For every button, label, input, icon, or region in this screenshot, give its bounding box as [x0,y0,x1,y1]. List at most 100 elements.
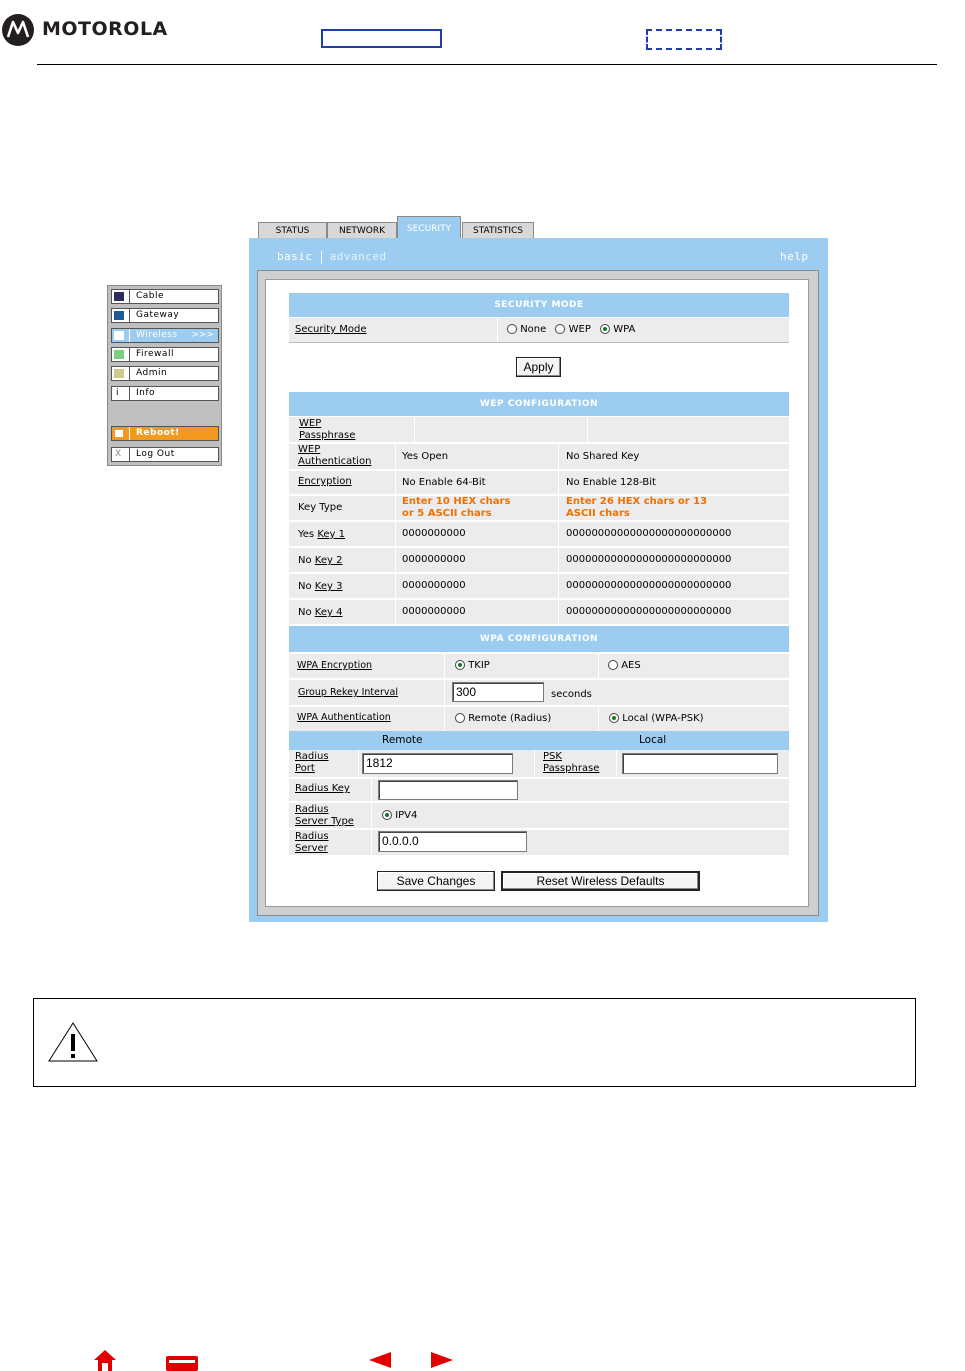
wep-key1-128: 00000000000000000000000000 [566,528,732,539]
previous-page-icon[interactable] [369,1352,391,1368]
divider [395,548,396,572]
sidebar-item-label: Admin [136,368,168,378]
radius-key-input[interactable] [378,780,518,800]
hint-line: ASCII chars [566,508,630,519]
divider [587,417,588,442]
wep-key1-row: Yes Key 1 0000000000 0000000000000000000… [289,522,789,546]
sidebar-item-gateway[interactable]: Gateway [111,308,219,323]
wpa-enc-aes: AES [608,660,641,671]
header-link-box-dashed[interactable] [646,29,722,50]
label-line: Server [295,843,328,854]
wpa-enc-tkip: TKIP [455,660,490,671]
wep-encryption-label: Encryption [298,476,352,487]
motorola-logo-icon [2,14,34,46]
apply-button[interactable]: Apply [516,357,561,377]
subnav: basic advanced [277,250,387,264]
label-line: Radius [295,831,329,842]
key-default-flag: Yes [298,529,315,540]
wep-key4-row: No Key 4 0000000000 00000000000000000000… [289,600,789,624]
radio-tkip[interactable] [455,660,465,670]
wep-auth-shared: No Shared Key [566,451,640,462]
radio-ipv4-label: IPV4 [395,810,418,821]
divider [598,707,599,731]
key-default-flag: No [298,555,312,566]
sidebar-item-info[interactable]: i Info [111,386,219,401]
next-page-icon[interactable] [431,1352,453,1368]
remote-local-header: Remote Local [289,731,789,750]
wpa-auth-label: WPA Authentication [297,712,391,723]
wireless-icon [114,331,124,340]
radius-port-input[interactable]: 1812 [362,753,513,774]
save-changes-button[interactable]: Save Changes [377,871,495,891]
subnav-advanced[interactable]: advanced [330,250,387,263]
radio-aes[interactable] [608,660,618,670]
header-link-box[interactable] [321,29,442,48]
radio-remote[interactable] [455,713,465,723]
wpa-auth-local: Local (WPA-PSK) [609,713,704,724]
key-label: Key 3 [314,581,343,592]
divider [129,290,130,303]
divider [395,496,396,520]
sidebar-item-admin[interactable]: Admin [111,366,219,381]
radius-server-input[interactable]: 0.0.0.0 [378,831,527,852]
print-icon[interactable] [165,1355,199,1371]
divider [558,548,559,572]
divider [598,654,599,678]
radio-local[interactable] [609,713,619,723]
divider [395,574,396,598]
radio-wep-label: WEP [568,324,591,335]
radio-wpa[interactable] [600,324,611,334]
tab-status[interactable]: STATUS [258,222,327,238]
sidebar: Cable Gateway Wireless >>> Firewall Admi… [107,285,222,466]
wep-enc-128: No Enable 128-Bit [566,477,656,488]
rekey-interval-input[interactable]: 300 [452,682,544,702]
key-default-flag: No [298,581,312,592]
sidebar-item-label: Gateway [136,310,180,320]
wep-key2-label: No Key 2 [298,555,342,566]
divider [129,448,130,461]
tab-network[interactable]: NETWORK [327,222,397,238]
wep-keytype-128-hint: Enter 26 HEX chars or 13 ASCII chars [566,496,707,520]
tab-security[interactable]: SECURITY [397,216,461,238]
divider [371,779,372,801]
sidebar-item-wireless[interactable]: Wireless >>> [111,328,219,343]
hint-line: or 5 ASCII chars [402,508,492,519]
radio-wpa-label: WPA [613,324,636,335]
radio-aes-label: AES [621,660,641,671]
psk-passphrase-input[interactable] [622,753,778,774]
sidebar-item-logout[interactable]: X Log Out [111,447,219,462]
wep-passphrase-label: WEP Passphrase [299,418,355,442]
label-line: Passphrase [543,763,600,774]
sidebar-item-label: Reboot! [136,428,180,438]
key-default-flag: No [298,607,312,618]
sidebar-item-label: Cable [136,291,165,301]
radio-none[interactable] [507,324,517,334]
sidebar-item-firewall[interactable]: Firewall [111,347,219,362]
active-arrows: >>> [191,330,214,340]
wep-passphrase-row: WEP Passphrase [289,417,789,442]
help-link[interactable]: help [780,250,809,263]
divider [395,522,396,546]
reset-wireless-defaults-button[interactable]: Reset Wireless Defaults [501,871,700,891]
wep-keytype-64-hint: Enter 10 HEX chars or 5 ASCII chars [402,496,510,520]
divider [129,387,130,400]
sidebar-item-reboot[interactable]: Reboot! [111,426,219,441]
divider [320,250,322,264]
divider [558,496,559,520]
wep-config-header: WEP CONFIGURATION [289,392,789,416]
wep-key3-128: 00000000000000000000000000 [566,580,732,591]
radio-wep[interactable] [555,324,566,334]
radio-remote-label: Remote (Radius) [468,713,552,724]
tab-statistics[interactable]: STATISTICS [462,222,534,238]
wep-key1-label: Yes Key 1 [298,529,345,540]
admin-icon [114,369,124,378]
home-icon[interactable] [93,1349,117,1371]
divider [395,444,396,469]
radio-ipv4[interactable] [382,810,392,820]
wpa-auth-row: WPA Authentication Remote (Radius) Local… [289,707,789,731]
firewall-icon [114,350,124,359]
sidebar-item-cable[interactable]: Cable [111,289,219,304]
divider [358,750,359,777]
logout-icon: X [115,449,122,459]
subnav-basic[interactable]: basic [277,250,313,263]
